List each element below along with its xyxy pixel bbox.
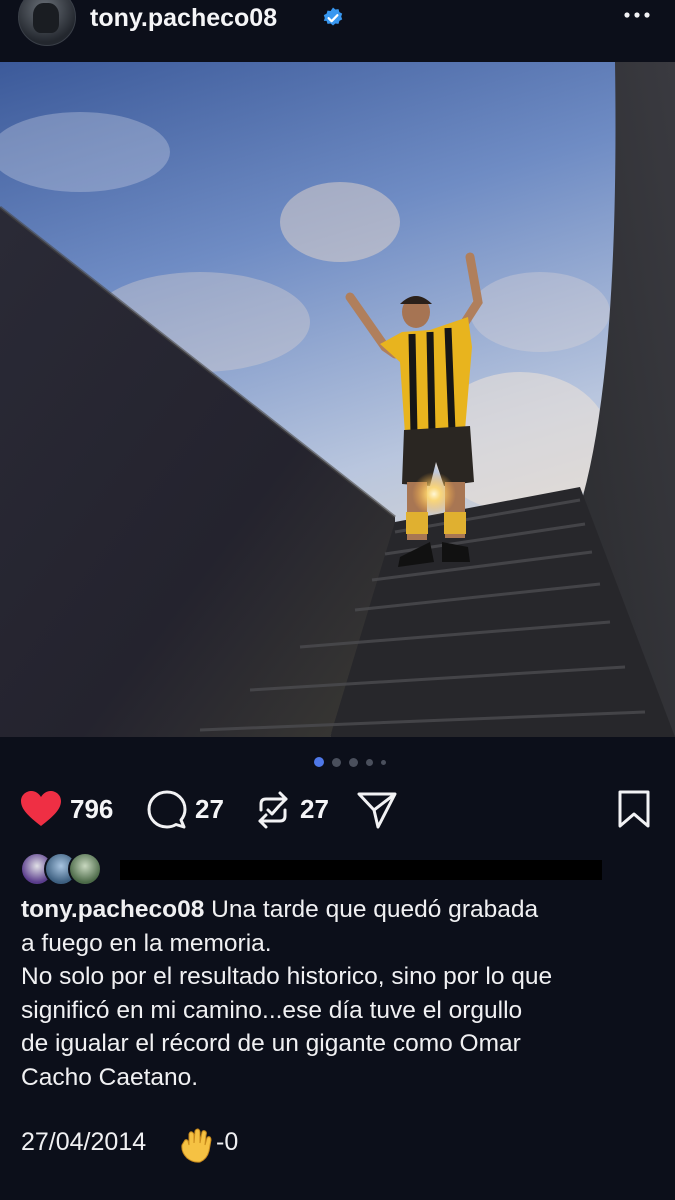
caption-username[interactable]: tony.pacheco08	[21, 896, 204, 923]
verified-badge-icon	[323, 7, 343, 26]
post-photo[interactable]	[0, 62, 675, 737]
bookmark-icon[interactable]	[617, 790, 651, 828]
carousel-indicator	[0, 757, 675, 769]
avatar[interactable]	[18, 0, 76, 46]
liker-avatar	[68, 852, 102, 886]
more-horizontal-icon[interactable]	[622, 4, 652, 26]
share-icon[interactable]	[356, 790, 398, 830]
carousel-dot-active	[314, 757, 324, 767]
carousel-dot	[366, 759, 373, 766]
comment-count[interactable]: 27	[195, 794, 224, 825]
post-caption: tony.pacheco08 Una tarde que quedó graba…	[21, 893, 661, 1094]
caption-line-1: tony.pacheco08 Una tarde que quedó graba…	[21, 893, 661, 927]
repost-count[interactable]: 27	[300, 794, 329, 825]
post-username[interactable]: tony.pacheco08	[90, 4, 277, 33]
raised-hand-icon	[181, 1128, 212, 1163]
caption-line-6: Cacho Caetano.	[21, 1063, 199, 1091]
heart-icon[interactable]	[20, 790, 62, 828]
caption-line-4: significó en mi camino...ese día tuve el…	[21, 996, 523, 1024]
caption-line-3: No solo por el resultado historico, sino…	[21, 963, 553, 990]
caption-line-5: de igualar el récord de un gigante como …	[21, 1030, 521, 1057]
caption-line-2: a fuego en la memoria.	[21, 929, 272, 957]
like-count[interactable]: 796	[70, 794, 113, 825]
carousel-dot	[332, 758, 341, 767]
carousel-dot	[349, 758, 358, 767]
carousel-dot	[381, 760, 386, 765]
caption-text: Una tarde que quedó grabada	[204, 896, 539, 923]
caption-date: 27/04/2014	[21, 1128, 147, 1156]
post-header: tony.pacheco08	[0, 0, 675, 60]
repost-icon[interactable]	[255, 790, 291, 830]
caption-date-suffix: -0	[216, 1128, 239, 1156]
comment-icon[interactable]	[147, 790, 187, 830]
stadium-tunnel-photo	[0, 62, 675, 737]
liked-by-row[interactable]	[20, 852, 620, 886]
redacted-liked-by-text	[120, 860, 602, 880]
